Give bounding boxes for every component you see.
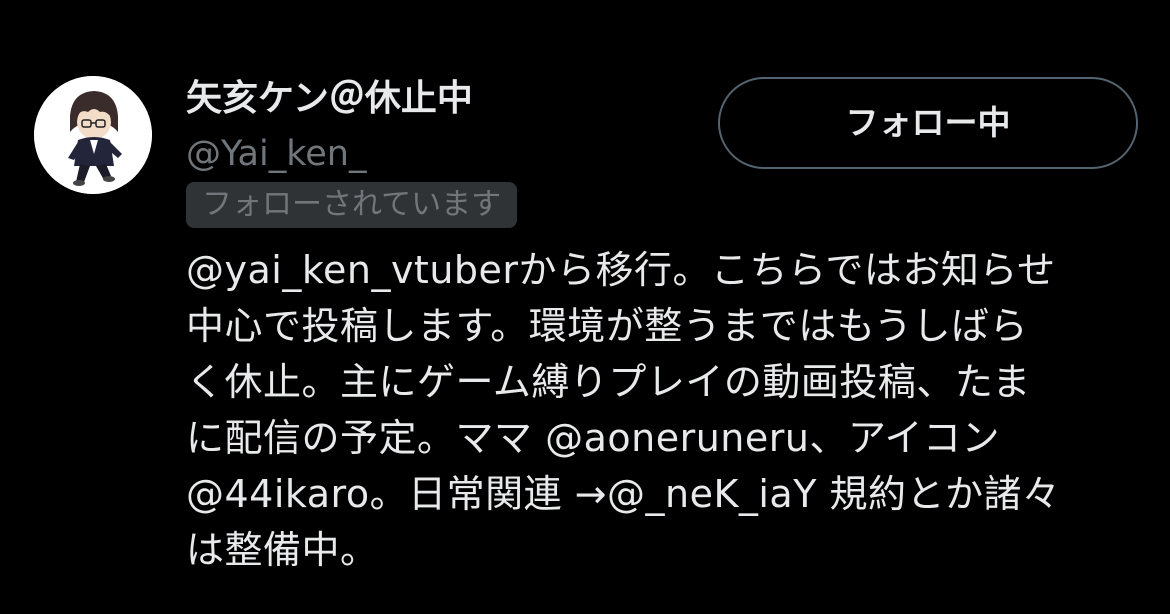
avatar[interactable] (34, 76, 152, 194)
avatar-illustration-icon (34, 76, 152, 194)
profile-bio: @yai_ken_vtuberから移行。こちらではお知らせ 中心で投稿します。環… (186, 242, 1146, 578)
display-name: 矢亥ケン＠休止中 (186, 78, 473, 119)
follows-you-badge: フォローされています (186, 182, 518, 228)
bio-line: く休止。主にゲーム縛りプレイの動画投稿、たま (186, 360, 1031, 404)
following-button[interactable]: フォロー中 (718, 77, 1138, 169)
user-handle: @Yai_ken_ (186, 134, 367, 174)
bio-line: @yai_ken_vtuberから移行。こちらではお知らせ (186, 248, 1056, 292)
bio-line: @44ikaro。日常関連 →@_neK_iaY 規約とか諸々 (186, 472, 1061, 516)
bio-line: に配信の予定。ママ @aoneruneru、アイコン (186, 416, 1001, 460)
bio-line: 中心で投稿します。環境が整うまではもうしばら (186, 304, 1029, 348)
bio-line: は整備中。 (186, 528, 379, 572)
